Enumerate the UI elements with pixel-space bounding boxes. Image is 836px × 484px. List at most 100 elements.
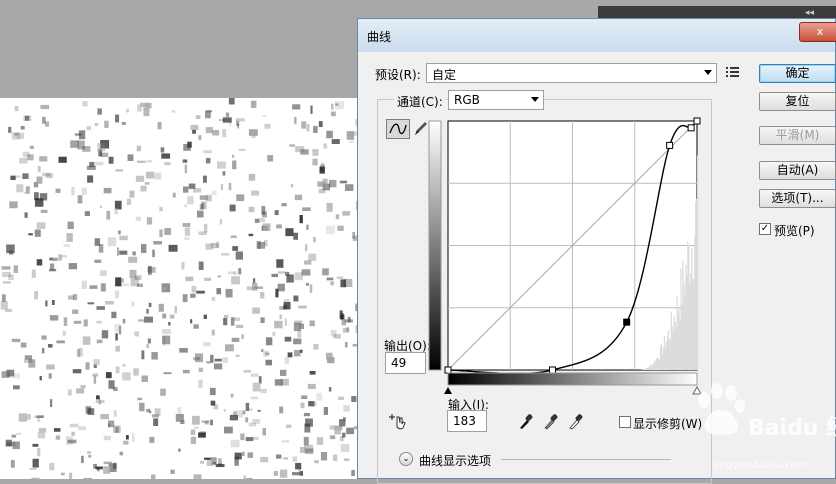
- noise-speck: [155, 408, 161, 416]
- noise-speck: [152, 250, 155, 258]
- noise-speck: [206, 243, 214, 249]
- curve-point[interactable]: [667, 142, 673, 148]
- title-bar[interactable]: 曲线 x: [358, 19, 835, 52]
- preview-label: 预览(P): [774, 222, 815, 239]
- noise-speck: [29, 468, 36, 470]
- noise-speck: [206, 158, 211, 163]
- ok-button[interactable]: 确定: [759, 64, 836, 83]
- on-image-adjust-icon[interactable]: [388, 411, 408, 431]
- white-eyedropper-icon[interactable]: [568, 412, 584, 430]
- noise-speck: [41, 210, 48, 213]
- noise-speck: [326, 353, 333, 360]
- noise-speck: [120, 452, 123, 456]
- noise-speck: [68, 295, 74, 299]
- noise-speck: [34, 291, 38, 299]
- input-field[interactable]: 183: [447, 410, 487, 432]
- noise-speck: [230, 205, 236, 212]
- noise-speck: [331, 104, 334, 110]
- preview-checkbox[interactable]: ✓: [759, 223, 771, 235]
- channel-value: RGB: [454, 93, 480, 107]
- curve-graph[interactable]: [428, 117, 708, 397]
- noise-speck: [304, 437, 309, 445]
- noise-speck: [282, 203, 287, 206]
- curve-point[interactable]: [694, 118, 700, 124]
- noise-speck: [58, 254, 62, 260]
- noise-speck: [280, 370, 286, 376]
- reset-button[interactable]: 复位: [759, 92, 836, 111]
- noise-speck: [293, 457, 297, 462]
- noise-speck: [231, 276, 240, 284]
- noise-speck: [45, 121, 49, 126]
- noise-speck: [2, 294, 6, 301]
- gray-eyedropper-icon[interactable]: [543, 412, 559, 430]
- noise-speck: [251, 136, 255, 138]
- noise-speck: [216, 288, 221, 294]
- noise-speck: [24, 359, 33, 363]
- noise-speck: [50, 399, 52, 407]
- curve-tool-button[interactable]: [386, 119, 410, 139]
- noise-speck: [257, 242, 265, 249]
- noise-speck: [102, 330, 108, 338]
- noise-speck: [136, 176, 144, 182]
- noise-speck: [285, 319, 287, 327]
- curve-display-options-label[interactable]: 曲线显示选项: [419, 452, 491, 469]
- noise-speck: [138, 319, 144, 321]
- noise-speck: [106, 211, 110, 220]
- noise-speck: [183, 370, 190, 373]
- close-button[interactable]: x: [799, 22, 836, 42]
- noise-speck: [322, 268, 329, 275]
- noise-speck: [314, 460, 319, 463]
- output-field[interactable]: 49: [385, 352, 426, 374]
- noise-speck: [285, 228, 293, 236]
- noise-speck: [104, 436, 111, 440]
- chevron-down-icon[interactable]: ⌄: [399, 452, 413, 466]
- noise-speck: [253, 437, 258, 440]
- auto-button[interactable]: 自动(A): [759, 161, 836, 180]
- white-point-slider[interactable]: [693, 387, 701, 394]
- noise-speck: [77, 349, 80, 357]
- smooth-button[interactable]: 平滑(M): [759, 126, 836, 145]
- black-point-slider[interactable]: [444, 387, 452, 394]
- noise-speck: [146, 309, 148, 314]
- noise-speck: [133, 368, 139, 375]
- noise-speck: [249, 207, 255, 212]
- noise-speck: [162, 329, 171, 334]
- noise-speck: [117, 247, 119, 255]
- noise-speck: [30, 146, 34, 149]
- noise-speck: [1, 301, 8, 310]
- curve-point[interactable]: [549, 367, 555, 373]
- image-canvas[interactable]: [0, 98, 358, 479]
- black-eyedropper-icon[interactable]: [518, 412, 534, 430]
- noise-speck: [38, 432, 45, 438]
- show-clipping-checkbox[interactable]: [619, 416, 631, 428]
- noise-speck: [36, 177, 42, 184]
- noise-speck: [64, 317, 68, 326]
- noise-speck: [251, 397, 258, 400]
- noise-speck: [200, 461, 204, 464]
- noise-speck: [46, 365, 55, 370]
- noise-speck: [174, 306, 177, 313]
- noise-speck: [12, 175, 21, 177]
- options-button[interactable]: 选项(T)...: [759, 189, 836, 208]
- noise-speck: [183, 294, 188, 302]
- preset-value: 自定: [432, 66, 456, 83]
- noise-speck: [137, 146, 141, 152]
- noise-speck: [249, 174, 255, 181]
- preset-options-icon[interactable]: [726, 66, 740, 78]
- noise-speck: [288, 338, 291, 341]
- noise-speck: [79, 130, 85, 139]
- curve-point[interactable]: [688, 125, 694, 131]
- noise-speck: [14, 265, 18, 273]
- noise-speck: [312, 159, 317, 166]
- noise-speck: [40, 105, 49, 109]
- noise-speck: [260, 317, 264, 323]
- preset-select[interactable]: 自定: [426, 63, 717, 83]
- curve-point[interactable]: [445, 367, 451, 373]
- noise-speck: [295, 463, 301, 469]
- channel-select[interactable]: RGB: [448, 90, 544, 110]
- noise-speck: [87, 126, 92, 130]
- noise-speck: [284, 299, 289, 302]
- noise-speck: [233, 271, 237, 274]
- selected-curve-point[interactable]: [624, 319, 630, 325]
- noise-speck: [192, 416, 200, 425]
